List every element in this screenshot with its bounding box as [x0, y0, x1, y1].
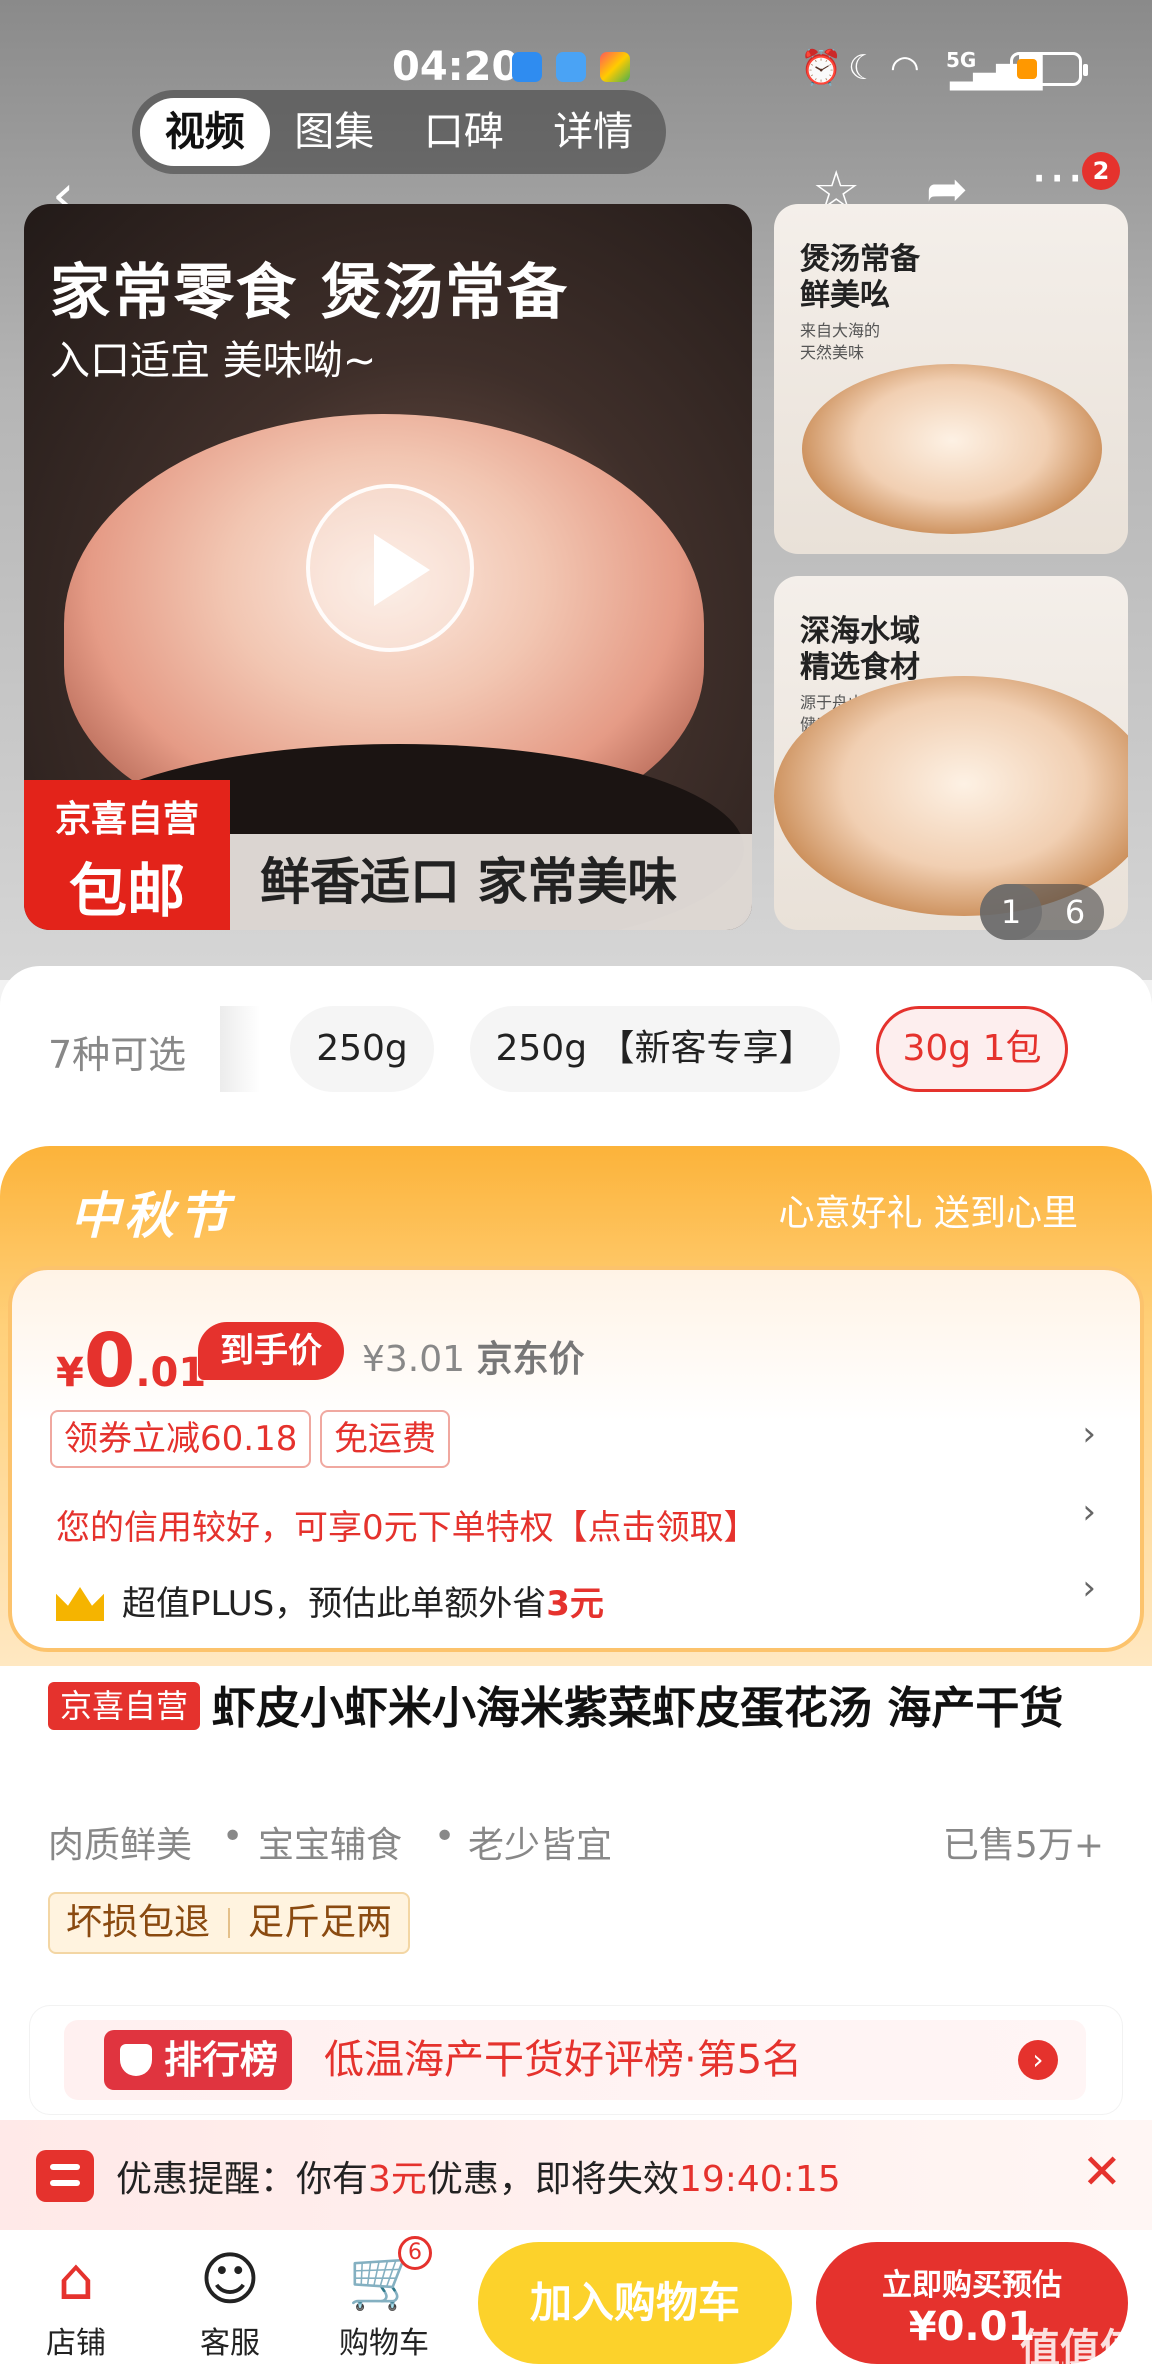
- jd-price: ¥3.01 京东价: [362, 1339, 585, 1380]
- chevron-right-icon[interactable]: ›: [1082, 1568, 1096, 1608]
- thumb-subtitle: 来自大海的 天然美味: [800, 321, 881, 363]
- tag-bottom-text: 包邮: [68, 857, 185, 925]
- gallery-thumb-1[interactable]: 煲汤常备 鲜美吆 来自大海的 天然美味: [774, 204, 1128, 554]
- plus-savings[interactable]: 超值PLUS，预估此单额外省3元: [56, 1576, 604, 1625]
- gallery-thumb-2[interactable]: 深海水域 精选食材 源于舟山生态海域 健康食材: [774, 576, 1128, 930]
- play-icon[interactable]: [306, 484, 474, 652]
- product-title: 京喜自营 虾皮小虾米小海米紫菜虾皮蛋花汤 海产干货: [48, 1678, 1108, 1740]
- reminder-text: 优惠提醒：你有3元优惠，即将失效19:40:15: [116, 2159, 841, 2200]
- credit-offer-link[interactable]: 您的信用较好，可享0元下单特权【点击领取】: [56, 1500, 758, 1549]
- cart-count-badge: 6: [398, 2236, 432, 2270]
- status-time: 04:20: [392, 44, 520, 90]
- spec-option-selected[interactable]: 30g 1包: [876, 1006, 1068, 1092]
- ranking-label: 排行榜: [104, 2030, 293, 2090]
- trophy-icon: [120, 2044, 152, 2076]
- cart-button[interactable]: 🛒 6 购物车: [324, 2236, 444, 2362]
- crown-icon: [56, 1587, 104, 1621]
- main-video-thumbnail[interactable]: 家常零食 煲汤常备 入口适宜 美味呦~ 京喜自营 包邮 鲜香适口 家常美味: [24, 204, 752, 930]
- shrimp-plate-image: [774, 676, 1128, 916]
- tab-gallery[interactable]: 图集: [270, 98, 400, 166]
- menu-icon: [36, 2150, 94, 2202]
- app-notification-icon: [556, 52, 586, 82]
- ranking-entry[interactable]: 排行榜 低温海产干货好评榜·第5名 ›: [30, 2006, 1122, 2114]
- app-notification-icon: [512, 52, 542, 82]
- chat-icon: ☺: [199, 2245, 261, 2313]
- more-badge: 2: [1082, 152, 1120, 190]
- more-icon[interactable]: ⋯: [1030, 150, 1084, 204]
- feature-dot: •: [434, 1816, 456, 1857]
- spec-option[interactable]: 250g: [290, 1006, 434, 1092]
- product-media-area: 04:20 ⏰ ☾ ◠ 5G ▂▄▆█ 视频 图集 口碑 详情 ‹ ☆ ➦ ⋯ …: [0, 0, 1152, 980]
- festival-title: 中秋节: [70, 1187, 232, 1245]
- hero-headline: 家常零食 煲汤常备: [50, 258, 569, 328]
- chevron-right-icon[interactable]: ›: [1018, 2040, 1058, 2080]
- hero-banner-text: 鲜香适口 家常美味: [230, 834, 752, 930]
- tab-reviews[interactable]: 口碑: [399, 98, 529, 166]
- add-to-cart-button[interactable]: 加入购物车: [478, 2242, 792, 2364]
- spec-divider: [220, 1006, 260, 1092]
- final-price: ¥0.01: [56, 1318, 207, 1404]
- media-tabs: 视频 图集 口碑 详情: [132, 90, 666, 174]
- thumb-title: 深海水域 精选食材: [800, 614, 920, 685]
- service-guarantees[interactable]: 坏损包退 足斤足两: [48, 1892, 411, 1954]
- app-notification-icon: [600, 52, 630, 82]
- shop-icon: ⌂: [57, 2245, 95, 2313]
- price-panel: ¥0.01 到手价 ¥3.01 京东价 领券立减60.18 免运费 › 您的信用…: [8, 1266, 1144, 1652]
- pager-total: 6: [1064, 893, 1086, 931]
- tab-video[interactable]: 视频: [140, 98, 270, 166]
- final-price-tag: 到手价: [198, 1322, 344, 1380]
- self-operated-free-shipping-tag: 京喜自营 包邮: [24, 780, 230, 930]
- tab-details[interactable]: 详情: [529, 98, 659, 166]
- gallery-pager: 1 6: [980, 884, 1104, 940]
- watermark-url: zhizhizhi.com: [1054, 2360, 1136, 2374]
- sold-count: 已售5万+: [942, 1825, 1104, 1866]
- close-icon[interactable]: ✕: [1082, 2144, 1122, 2200]
- wifi-icon: ◠: [890, 48, 920, 88]
- hero-subline: 入口适宜 美味呦~: [50, 338, 377, 384]
- coupon-button[interactable]: 领券立减60.18: [50, 1410, 312, 1468]
- product-info-card: 7种可选 250g 250g 【新客专享】 30g 1包 中秋节 心意好礼 送到…: [0, 966, 1152, 2126]
- alarm-icon: ⏰: [800, 48, 843, 88]
- feature-2: 宝宝辅食: [258, 1825, 403, 1866]
- spec-count[interactable]: 7种可选: [48, 1024, 186, 1079]
- pager-current: 1: [980, 884, 1042, 940]
- status-bar: 04:20 ⏰ ☾ ◠ 5G ▂▄▆█: [0, 38, 1152, 98]
- self-operated-badge: 京喜自营: [48, 1682, 201, 1730]
- bottom-action-bar: ⌂ 店铺 ☺ 客服 🛒 6 购物车 加入购物车 立即购买预估 ¥0.01 值值值…: [0, 2230, 1152, 2376]
- battery-icon: [1010, 52, 1088, 86]
- spec-option[interactable]: 250g 【新客专享】: [470, 1006, 840, 1092]
- ranking-text: 低温海产干货好评榜·第5名: [324, 2037, 803, 2083]
- moon-icon: ☾: [848, 48, 879, 88]
- thumb-title: 煲汤常备 鲜美吆: [800, 242, 920, 313]
- feature-dot: •: [222, 1816, 244, 1857]
- feature-1: 肉质鲜美: [48, 1825, 193, 1866]
- spec-selector: 7种可选 250g 250g 【新客专享】 30g 1包: [0, 1006, 1152, 1092]
- chevron-right-icon[interactable]: ›: [1082, 1492, 1096, 1532]
- feature-3: 老少皆宜: [468, 1825, 613, 1866]
- festival-slogan: 心意好礼 送到心里: [778, 1193, 1078, 1234]
- free-shipping-badge: 免运费: [320, 1410, 450, 1468]
- chevron-right-icon[interactable]: ›: [1082, 1414, 1096, 1454]
- shop-button[interactable]: ⌂ 店铺: [16, 2242, 136, 2362]
- customer-service-button[interactable]: ☺ 客服: [170, 2242, 290, 2362]
- coupon-reminder-bar[interactable]: 优惠提醒：你有3元优惠，即将失效19:40:15 ✕: [0, 2120, 1152, 2230]
- tag-top-text: 京喜自营: [54, 799, 199, 840]
- shrimp-plate-image: [802, 364, 1102, 534]
